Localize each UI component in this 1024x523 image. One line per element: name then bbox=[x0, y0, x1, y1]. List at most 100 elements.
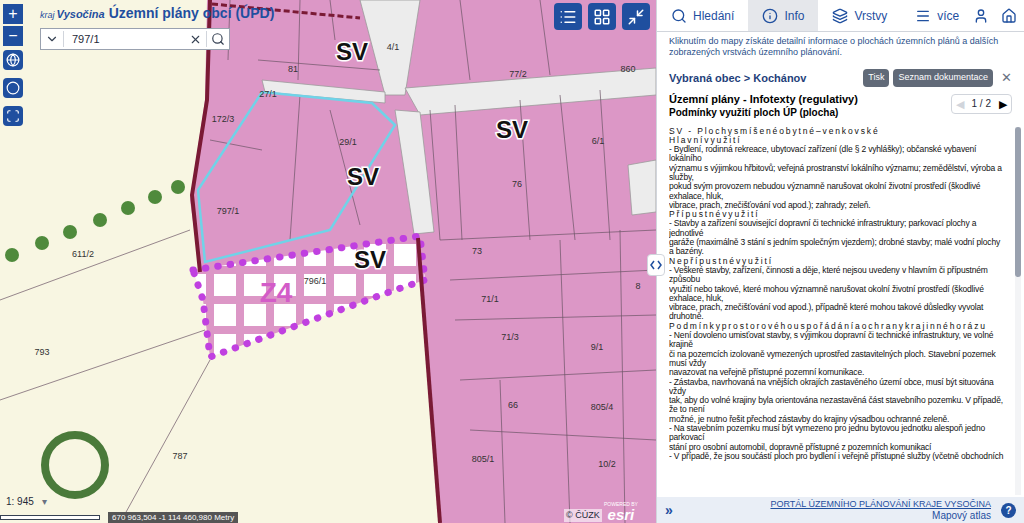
parcel-label[interactable]: 81 bbox=[288, 64, 298, 74]
parcel-line bbox=[0, 330, 205, 400]
list-button[interactable] bbox=[554, 3, 582, 30]
pager-page: 1 / 2 bbox=[972, 96, 991, 111]
zone-label[interactable]: SV bbox=[496, 116, 528, 143]
collapse-panel-button[interactable]: » bbox=[665, 500, 673, 521]
logo[interactable]: krajVysočina bbox=[40, 9, 105, 20]
fullscreen-button[interactable] bbox=[3, 106, 23, 126]
parcel-label[interactable]: 6/1 bbox=[592, 136, 605, 146]
parcel-label[interactable]: 787 bbox=[172, 451, 187, 461]
left-right-icon bbox=[650, 260, 662, 270]
regulation-line: lokálního bbox=[669, 154, 1012, 163]
parcel-label[interactable]: 66 bbox=[508, 400, 518, 410]
atlas-label[interactable]: Mapový atlas bbox=[932, 510, 991, 521]
app-title: Územní plány obcí (ÚPD) bbox=[109, 6, 275, 20]
globe-button[interactable] bbox=[3, 50, 23, 70]
pager-next[interactable]: ▶ bbox=[999, 96, 1007, 113]
esri-logo: POWERED BYesri bbox=[604, 502, 638, 522]
panel-toggle[interactable] bbox=[647, 254, 665, 276]
regulation-line: že to není bbox=[669, 405, 1012, 414]
expand-icon bbox=[6, 109, 20, 123]
search-icon[interactable] bbox=[211, 32, 225, 46]
shrink-icon bbox=[627, 8, 645, 26]
panel-nav: HledáníInfoVrstvyvíce bbox=[657, 0, 1024, 32]
parcel-label[interactable]: 860 bbox=[620, 64, 635, 74]
parcel-label[interactable]: 797/1 bbox=[217, 206, 240, 216]
panel-button[interactable]: Seznam dokumentace bbox=[893, 69, 993, 87]
road bbox=[405, 68, 656, 115]
pager-prev[interactable]: ◀ bbox=[956, 96, 964, 113]
parcel-label[interactable]: 71/1 bbox=[481, 294, 499, 304]
zone-label[interactable]: SV bbox=[347, 163, 379, 190]
nav-tab[interactable]: více bbox=[901, 0, 973, 31]
parcel-label[interactable]: 8 bbox=[635, 281, 640, 291]
parcel-label[interactable]: 27/1 bbox=[259, 89, 277, 99]
breadcrumb: Vybraná obec > Kochánov bbox=[669, 70, 859, 87]
nav-tab[interactable]: Info bbox=[748, 0, 818, 31]
circle-icon bbox=[6, 81, 20, 95]
collapse-button[interactable] bbox=[622, 3, 650, 30]
search-input[interactable]: 797/1 bbox=[64, 31, 185, 48]
parcel-label[interactable]: 611/2 bbox=[72, 249, 94, 259]
nav-tab[interactable]: Hledání bbox=[657, 0, 748, 31]
parcel-label[interactable]: 73 bbox=[472, 246, 482, 256]
scrollbar-thumb[interactable] bbox=[1015, 127, 1021, 277]
zone-label[interactable]: SV bbox=[354, 246, 386, 273]
selected-parcel[interactable] bbox=[198, 92, 395, 262]
regulation-line: tak, aby do volné krajiny byla orientová… bbox=[669, 396, 1012, 405]
map-area[interactable]: 4/1 81 27/1 172/3 77/2 860 29/1 76 6/1 797/1 611/2… bbox=[0, 0, 656, 523]
portal-link[interactable]: PORTÁL ÚZEMNÍHO PLÁNOVÁNÍ KRAJE VYSOČINA bbox=[770, 499, 991, 510]
intro-text: Kliknutím do mapy získáte detailní infor… bbox=[657, 32, 1024, 58]
panel-footer: » PORTÁL ÚZEMNÍHO PLÁNOVÁNÍ KRAJE VYSOČIN… bbox=[657, 497, 1024, 523]
home-icon[interactable] bbox=[1001, 8, 1017, 24]
parcel-label[interactable]: 805/4 bbox=[591, 402, 614, 412]
parcel-label[interactable]: 71/3 bbox=[501, 332, 519, 342]
tree-icon bbox=[171, 180, 185, 194]
panel-title: Územní plány - Infotexty (regulativy) bbox=[669, 92, 951, 106]
parcel-label[interactable]: 4/1 bbox=[387, 42, 400, 52]
regulation-line: musí vždy bbox=[669, 359, 1012, 368]
regulation-heading: Přípustnévyužití bbox=[669, 210, 1012, 219]
proposal-area[interactable] bbox=[193, 236, 425, 357]
close-button[interactable]: ✕ bbox=[1001, 68, 1012, 88]
zoom-in-button[interactable]: + bbox=[3, 4, 23, 24]
parcel-line bbox=[560, 95, 575, 240]
dropdown-icon[interactable] bbox=[45, 32, 59, 46]
parcel-line bbox=[600, 90, 610, 240]
regulation-line: navazovat na veřejně přístupné pozemní k… bbox=[669, 368, 1012, 377]
parcel-label[interactable]: 76 bbox=[512, 179, 522, 189]
parcel-label[interactable]: 172/3 bbox=[212, 114, 235, 124]
parcel-label[interactable]: 29/1 bbox=[339, 137, 357, 147]
user-icon[interactable] bbox=[973, 8, 989, 24]
regulation-line: vždy bbox=[669, 387, 1012, 396]
parcel-label[interactable]: 793 bbox=[34, 347, 49, 357]
grid-button[interactable] bbox=[588, 3, 616, 30]
parcel-label[interactable]: 9/1 bbox=[591, 342, 604, 352]
tree-icon bbox=[93, 213, 107, 227]
parcel-label[interactable]: 77/2 bbox=[509, 69, 527, 79]
parcel-line bbox=[460, 0, 470, 80]
help-button[interactable]: ? bbox=[1001, 503, 1016, 518]
regulation-text: SV - Plochysmíšenéobytné–venkovskéHlavní… bbox=[669, 127, 1012, 496]
map-canvas[interactable]: 4/1 81 27/1 172/3 77/2 860 29/1 76 6/1 797/1 611/2… bbox=[0, 0, 656, 523]
search-box[interactable]: 797/1 bbox=[40, 28, 230, 50]
zoom-out-button[interactable]: − bbox=[3, 26, 23, 46]
view-buttons bbox=[554, 3, 650, 30]
proposal-label[interactable]: Z4 bbox=[260, 277, 293, 308]
clear-icon[interactable] bbox=[189, 33, 202, 46]
locate-button[interactable] bbox=[3, 78, 23, 98]
parcel-line bbox=[560, 240, 570, 523]
regulation-line: - Není dovoleno umisťovat stavby, s výji… bbox=[669, 331, 1012, 340]
parcel-line bbox=[120, 360, 210, 523]
regulation-line: parkovací bbox=[669, 433, 1012, 442]
panel-button[interactable]: Tisk bbox=[863, 69, 889, 87]
scale-selector[interactable]: 1: 945▾ bbox=[6, 494, 47, 509]
sv-zone[interactable] bbox=[190, 0, 656, 523]
scrollbar[interactable] bbox=[1015, 127, 1021, 496]
parcel-label[interactable]: 805/1 bbox=[472, 454, 495, 464]
parcel-label[interactable]: 796/1 bbox=[304, 276, 327, 286]
zone-label[interactable]: SV bbox=[336, 38, 368, 65]
nav-tab[interactable]: Vrstvy bbox=[818, 0, 901, 31]
parcel-label[interactable]: 10/2 bbox=[598, 459, 616, 469]
parcel-line bbox=[540, 0, 550, 75]
tree-icon bbox=[5, 248, 19, 262]
